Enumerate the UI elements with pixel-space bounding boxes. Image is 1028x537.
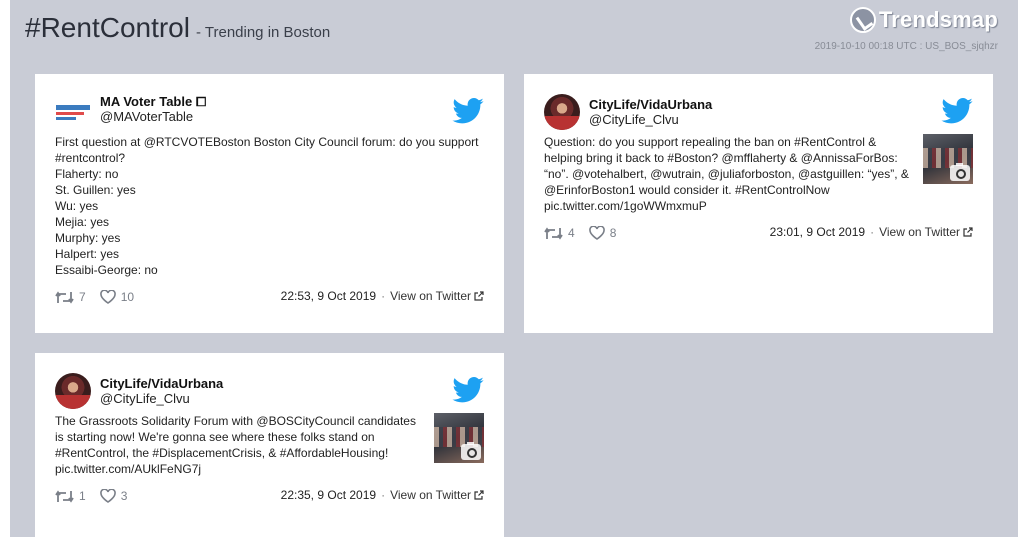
trend-subtitle: - Trending in Boston [195, 24, 331, 41]
tweet-media-thumbnail[interactable] [923, 134, 973, 184]
retweet-count: 7 [79, 290, 86, 304]
separator-dot: · [381, 488, 386, 502]
avatar[interactable] [55, 373, 91, 409]
view-on-twitter-link[interactable]: View on Twitter [879, 225, 973, 239]
page-background: #RentControl - Trending in Boston Trends… [10, 0, 1018, 537]
trend-hashtag[interactable]: #RentControl [25, 12, 190, 44]
retweet-icon [55, 290, 74, 304]
tweet-time[interactable]: 23:01, 9 Oct 2019 [770, 225, 865, 239]
tweet-author[interactable]: CityLife/VidaUrbana @CityLife_Clvu [55, 373, 223, 409]
tweet-meta: 22:53, 9 Oct 2019 · View on Twitter [281, 289, 484, 303]
tweet-text: The Grassroots Solidarity Forum with @BO… [55, 414, 416, 476]
tweet-author[interactable]: CityLife/VidaUrbana @CityLife_Clvu [544, 94, 712, 130]
tweet-time[interactable]: 22:53, 9 Oct 2019 [281, 289, 376, 303]
view-on-twitter-link[interactable]: View on Twitter [390, 289, 484, 303]
tweet-actions: 4 8 [544, 226, 630, 240]
retweet-icon [55, 489, 74, 503]
tweet-text: First question at @RTCVOTEBoston Boston … [55, 135, 479, 277]
like-count: 8 [609, 226, 617, 240]
view-on-twitter-label: View on Twitter [390, 289, 471, 303]
camera-icon [950, 163, 970, 181]
tweet-card: MA Voter Table ⧠ @MAVoterTable First que… [35, 74, 504, 333]
like-action[interactable]: 10 [99, 290, 135, 304]
trendsmap-logo-icon [849, 7, 876, 33]
tweet-actions: 7 10 [55, 290, 148, 304]
author-handle[interactable]: @CityLife_Clvu [589, 112, 712, 128]
retweet-action[interactable]: 1 [55, 489, 86, 503]
avatar[interactable] [544, 94, 580, 130]
tweet-author[interactable]: MA Voter Table ⧠ @MAVoterTable [55, 94, 206, 125]
view-on-twitter-label: View on Twitter [879, 225, 960, 239]
like-action[interactable]: 3 [99, 489, 128, 503]
author-handle[interactable]: @CityLife_Clvu [100, 391, 223, 407]
external-link-icon [963, 227, 973, 237]
tweet-card: CityLife/VidaUrbana @CityLife_Clvu The G… [35, 353, 504, 537]
like-count: 10 [120, 290, 135, 304]
retweet-count: 1 [79, 489, 86, 503]
view-on-twitter-label: View on Twitter [390, 488, 471, 502]
trendsmap-logo[interactable]: Trendsmap [849, 7, 998, 33]
twitter-bird-icon[interactable] [941, 98, 973, 124]
tweet-text: Question: do you support repealing the b… [544, 135, 909, 213]
tweet-actions: 1 3 [55, 489, 141, 503]
tweet-meta: 23:01, 9 Oct 2019 · View on Twitter [770, 225, 973, 239]
like-count: 3 [120, 489, 128, 503]
tweet-meta: 22:35, 9 Oct 2019 · View on Twitter [281, 488, 484, 502]
author-display-name[interactable]: MA Voter Table ⧠ [100, 94, 206, 109]
tweet-time[interactable]: 22:35, 9 Oct 2019 [281, 488, 376, 502]
twitter-bird-icon[interactable] [452, 98, 484, 124]
avatar[interactable] [55, 102, 91, 123]
author-display-name[interactable]: CityLife/VidaUrbana [100, 376, 223, 391]
external-link-icon [474, 490, 484, 500]
retweet-icon [544, 226, 563, 240]
author-display-name[interactable]: CityLife/VidaUrbana [589, 97, 712, 112]
separator-dot: · [870, 225, 875, 239]
retweet-count: 4 [568, 226, 575, 240]
author-handle[interactable]: @MAVoterTable [100, 109, 206, 125]
view-on-twitter-link[interactable]: View on Twitter [390, 488, 484, 502]
trendsmap-logo-text: Trendsmap [878, 7, 998, 32]
twitter-bird-icon[interactable] [452, 377, 484, 403]
tweet-card: CityLife/VidaUrbana @CityLife_Clvu Quest… [524, 74, 993, 333]
heart-icon [99, 489, 116, 503]
retweet-action[interactable]: 4 [544, 226, 575, 240]
heart-icon [588, 226, 605, 240]
timestamp-location-stamp: 2019-10-10 00:18 UTC : US_BOS_sjqhzr [814, 41, 998, 52]
separator-dot: · [381, 289, 386, 303]
camera-icon [461, 442, 481, 460]
tweet-media-thumbnail[interactable] [434, 413, 484, 463]
retweet-action[interactable]: 7 [55, 290, 86, 304]
like-action[interactable]: 8 [588, 226, 617, 240]
page-title: #RentControl - Trending in Boston [25, 12, 330, 44]
external-link-icon [474, 291, 484, 301]
heart-icon [99, 290, 116, 304]
